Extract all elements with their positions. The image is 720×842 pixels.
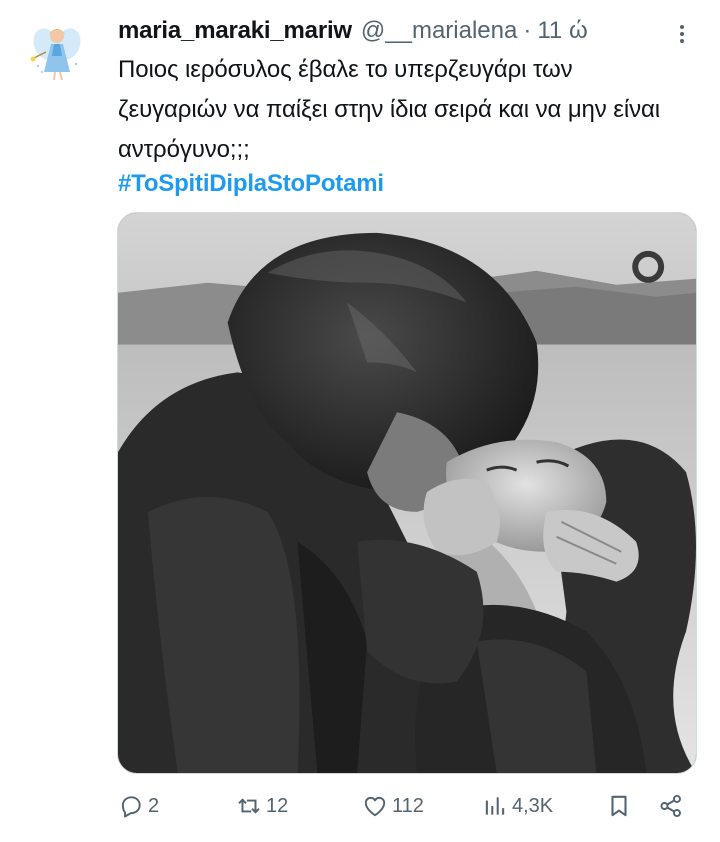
photo-kissing-couple (118, 213, 696, 773)
tweet: maria_maraki_mariw @__marialena · 11 ώ Π… (0, 0, 720, 842)
timestamp[interactable]: 11 ώ (537, 14, 587, 48)
separator-dot: · (523, 17, 532, 44)
fairy-avatar-icon (18, 14, 94, 90)
tweet-actions-bar: 2 12 112 4,3K (118, 786, 690, 826)
user-handle[interactable]: @__marialena (361, 14, 517, 48)
like-count: 112 (392, 794, 424, 817)
tweet-media-photo[interactable] (117, 212, 697, 774)
more-options-button[interactable] (668, 18, 696, 50)
heart-icon (364, 796, 386, 817)
avatar[interactable] (18, 14, 94, 90)
reply-button[interactable]: 2 (118, 786, 159, 826)
like-button[interactable]: 112 (362, 786, 424, 826)
reply-count: 2 (148, 794, 160, 817)
views-button[interactable]: 4,3K (482, 786, 553, 826)
reply-icon (121, 796, 141, 818)
bookmark-icon (611, 795, 627, 817)
tweet-text: Ποιος ιερόσυλος έβαλε το υπερζευγάρι των… (118, 56, 661, 163)
display-name[interactable]: maria_maraki_mariw (118, 14, 352, 48)
share-icon (660, 794, 681, 818)
share-button[interactable] (658, 786, 684, 826)
hashtag-link[interactable]: #ToSpitiDiplaStoPotami (118, 166, 384, 202)
retweet-count: 12 (266, 794, 289, 817)
views-icon (485, 797, 505, 815)
bookmark-button[interactable] (606, 786, 632, 826)
retweet-icon (238, 798, 260, 814)
more-vertical-icon (680, 25, 684, 43)
retweet-button[interactable]: 12 (236, 786, 288, 826)
views-count: 4,3K (512, 794, 554, 817)
tweet-header: maria_maraki_mariw @__marialena · 11 ώ (118, 14, 588, 48)
